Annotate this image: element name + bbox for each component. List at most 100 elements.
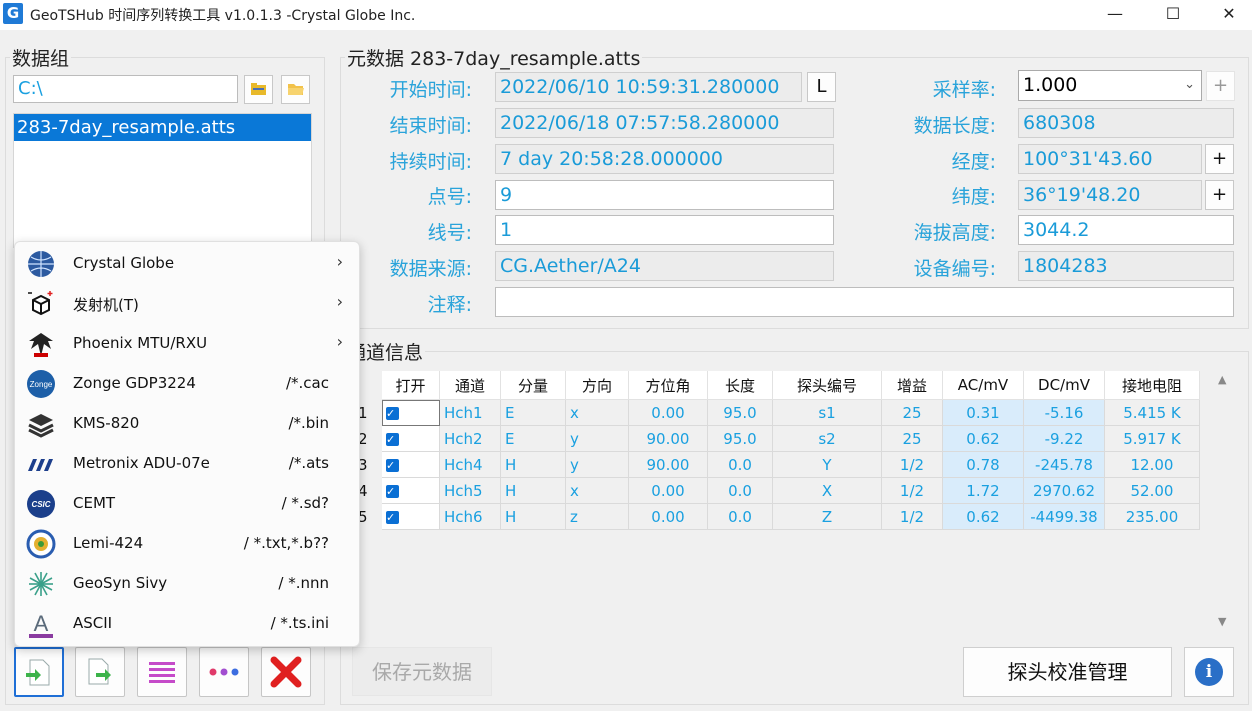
cell-azimuth[interactable]: 0.00 xyxy=(628,399,708,426)
cell-component[interactable]: E xyxy=(500,399,566,426)
menu-item-crystal-globe[interactable]: Crystal Globe › xyxy=(15,244,359,284)
cell-ac[interactable]: 0.62 xyxy=(942,425,1024,452)
cell-probe[interactable]: s2 xyxy=(772,425,882,452)
cell-dc[interactable]: -5.16 xyxy=(1023,399,1105,426)
scroll-up-icon[interactable]: ▲ xyxy=(1218,373,1226,386)
cell-probe[interactable]: X xyxy=(772,477,882,504)
cell-channel[interactable]: Hch2 xyxy=(439,425,501,452)
browse-folder-button[interactable] xyxy=(281,75,310,104)
open-checkbox-cell[interactable]: ✓ xyxy=(382,451,440,478)
menu-item-geosyn-sivy[interactable]: GeoSyn Sivy / *.nnn xyxy=(15,564,359,604)
close-button[interactable]: ✕ xyxy=(1206,0,1252,30)
checkbox-checked-icon[interactable]: ✓ xyxy=(386,510,399,524)
probe-calibration-button[interactable]: 探头校准管理 xyxy=(963,647,1172,697)
cell-ac[interactable]: 0.62 xyxy=(942,503,1024,530)
table-row[interactable]: 1 ✓ Hch1 Ex 0.00 95.0 s1 25 0.31 -5.16 5.415 K xyxy=(356,399,1200,426)
checkbox-checked-icon[interactable]: ✓ xyxy=(386,432,399,446)
file-list[interactable]: 283-7day_resample.atts xyxy=(13,113,312,248)
open-checkbox-cell[interactable]: ✓ xyxy=(382,399,440,426)
table-row[interactable]: 3 ✓ Hch4 Hy 90.00 0.0 Y 1/2 0.78 -245.78 12.00 xyxy=(356,451,1200,478)
cell-gain[interactable]: 25 xyxy=(881,425,943,452)
open-checkbox-cell[interactable]: ✓ xyxy=(382,477,440,504)
cell-ground-res[interactable]: 52.00 xyxy=(1104,477,1200,504)
cell-dc[interactable]: -245.78 xyxy=(1023,451,1105,478)
col-header-channel[interactable]: 通道 xyxy=(439,371,501,400)
elevation-field[interactable]: 3044.2 xyxy=(1018,215,1234,245)
cell-azimuth[interactable]: 90.00 xyxy=(628,451,708,478)
cell-length[interactable]: 0.0 xyxy=(707,477,773,504)
cell-direction[interactable]: y xyxy=(565,451,629,478)
col-header-gain[interactable]: 增益 xyxy=(881,371,943,400)
table-row[interactable]: 4 ✓ Hch5 Hx 0.00 0.0 X 1/2 1.72 2970.62 52.00 xyxy=(356,477,1200,504)
cell-channel[interactable]: Hch5 xyxy=(439,477,501,504)
point-field[interactable]: 9 xyxy=(495,180,834,210)
note-field[interactable] xyxy=(495,287,1234,317)
save-metadata-button[interactable]: 保存元数据 xyxy=(352,647,492,696)
cell-component[interactable]: H xyxy=(500,503,566,530)
cell-length[interactable]: 0.0 xyxy=(707,451,773,478)
cell-probe[interactable]: s1 xyxy=(772,399,882,426)
menu-item-cemt[interactable]: CSIC CEMT / *.sd? xyxy=(15,484,359,524)
cell-direction[interactable]: z xyxy=(565,503,629,530)
checkbox-checked-icon[interactable]: ✓ xyxy=(386,484,399,498)
cell-dc[interactable]: -4499.38 xyxy=(1023,503,1105,530)
cell-ground-res[interactable]: 5.917 K xyxy=(1104,425,1200,452)
cell-azimuth[interactable]: 90.00 xyxy=(628,425,708,452)
col-header-length[interactable]: 长度 xyxy=(707,371,773,400)
cell-gain[interactable]: 1/2 xyxy=(881,477,943,504)
cell-ground-res[interactable]: 12.00 xyxy=(1104,451,1200,478)
cell-direction[interactable]: x xyxy=(565,477,629,504)
col-header-direction[interactable]: 方向 xyxy=(565,371,629,400)
longitude-field[interactable]: 100°31'43.60 xyxy=(1018,144,1202,174)
cell-ground-res[interactable]: 5.415 K xyxy=(1104,399,1200,426)
cell-channel[interactable]: Hch4 xyxy=(439,451,501,478)
sample-rate-select[interactable]: 1.000 ⌄ xyxy=(1018,70,1202,101)
more-button[interactable] xyxy=(199,647,249,697)
col-header-dc[interactable]: DC/mV xyxy=(1023,371,1105,400)
cell-probe[interactable]: Z xyxy=(772,503,882,530)
cell-component[interactable]: E xyxy=(500,425,566,452)
cell-component[interactable]: H xyxy=(500,477,566,504)
data-length-field[interactable]: 680308 xyxy=(1018,108,1234,138)
menu-item-lemi-424[interactable]: Lemi-424 / *.txt,*.b?? xyxy=(15,524,359,564)
menu-item-kms-820[interactable]: KMS-820 /*.bin xyxy=(15,404,359,444)
sample-rate-add-button[interactable]: + xyxy=(1206,71,1235,101)
channel-grid[interactable]: 打开 通道 分量 方向 方位角 长度 探头编号 增益 AC/mV DC/mV 接… xyxy=(356,371,1214,531)
import-button[interactable] xyxy=(14,647,64,697)
cell-direction[interactable]: y xyxy=(565,425,629,452)
path-input[interactable]: C:\ xyxy=(13,75,238,103)
source-field[interactable]: CG.Aether/A24 xyxy=(495,251,834,281)
start-time-field[interactable]: 2022/06/10 10:59:31.280000 xyxy=(495,72,802,102)
menu-item-zonge-gdp3224[interactable]: Zonge Zonge GDP3224 /*.cac xyxy=(15,364,359,404)
col-header-azimuth[interactable]: 方位角 xyxy=(628,371,708,400)
cell-channel[interactable]: Hch6 xyxy=(439,503,501,530)
cell-channel[interactable]: Hch1 xyxy=(439,399,501,426)
cell-length[interactable]: 0.0 xyxy=(707,503,773,530)
l-button[interactable]: L xyxy=(807,72,836,102)
cell-gain[interactable]: 25 xyxy=(881,399,943,426)
cell-dc[interactable]: -9.22 xyxy=(1023,425,1105,452)
col-header-ac[interactable]: AC/mV xyxy=(942,371,1024,400)
open-checkbox-cell[interactable]: ✓ xyxy=(382,425,440,452)
export-button[interactable] xyxy=(75,647,125,697)
cell-dc[interactable]: 2970.62 xyxy=(1023,477,1105,504)
line-field[interactable]: 1 xyxy=(495,215,834,245)
cell-probe[interactable]: Y xyxy=(772,451,882,478)
menu-item-ascii[interactable]: A ASCII / *.ts.ini xyxy=(15,604,359,644)
cell-component[interactable]: H xyxy=(500,451,566,478)
duration-field[interactable]: 7 day 20:58:28.000000 xyxy=(495,144,834,174)
cell-ground-res[interactable]: 235.00 xyxy=(1104,503,1200,530)
open-folder-button[interactable] xyxy=(244,75,273,104)
cell-direction[interactable]: x xyxy=(565,399,629,426)
menu-item-transmitter[interactable]: 发射机(T) › xyxy=(15,284,359,324)
list-button[interactable] xyxy=(137,647,187,697)
menu-item-metronix-adu-07e[interactable]: Metronix ADU-07e /*.ats xyxy=(15,444,359,484)
latitude-field[interactable]: 36°19'48.20 xyxy=(1018,180,1202,210)
cell-azimuth[interactable]: 0.00 xyxy=(628,477,708,504)
cell-azimuth[interactable]: 0.00 xyxy=(628,503,708,530)
grid-vertical-scrollbar[interactable]: ▲ ▼ xyxy=(1214,371,1232,633)
checkbox-checked-icon[interactable]: ✓ xyxy=(386,406,399,420)
delete-button[interactable] xyxy=(261,647,311,697)
info-button[interactable]: i xyxy=(1184,647,1234,697)
table-row[interactable]: 2 ✓ Hch2 Ey 90.00 95.0 s2 25 0.62 -9.22 5.917 K xyxy=(356,425,1200,452)
